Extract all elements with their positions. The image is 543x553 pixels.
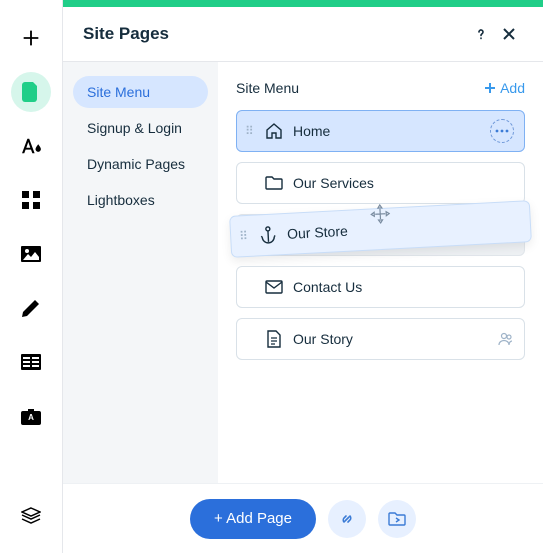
page-item-our-story[interactable]: ⠿ Our Story [236, 318, 525, 360]
side-nav: Site Menu Signup & Login Dynamic Pages L… [63, 62, 218, 483]
panel-body: Site Menu Signup & Login Dynamic Pages L… [63, 62, 543, 483]
layers-button[interactable] [11, 497, 51, 537]
pages-button[interactable] [11, 72, 51, 112]
left-rail: A [0, 0, 63, 553]
anchor-icon [259, 225, 278, 244]
document-icon [265, 330, 283, 348]
drag-handle[interactable]: ⠿ [239, 233, 249, 239]
add-link[interactable]: Add [484, 80, 525, 96]
section-title: Site Menu [236, 80, 484, 96]
table-icon [21, 354, 41, 370]
page-label: Contact Us [293, 279, 514, 295]
plus-small-icon [484, 82, 496, 94]
add-page-button[interactable]: + Add Page [190, 499, 316, 539]
plus-icon [20, 27, 42, 49]
drag-handle[interactable]: ⠿ [245, 129, 255, 134]
font-drop-icon [20, 137, 42, 155]
site-pages-panel: Site Pages Site Menu Signup & Login Dyna… [63, 7, 543, 553]
grid-icon [22, 191, 40, 209]
dots-icon [495, 129, 509, 133]
media-button[interactable] [11, 234, 51, 274]
side-nav-dynamic-pages[interactable]: Dynamic Pages [73, 148, 208, 180]
side-nav-lightboxes[interactable]: Lightboxes [73, 184, 208, 216]
help-icon [473, 26, 489, 42]
panel-footer: + Add Page [63, 483, 543, 553]
envelope-icon [265, 278, 283, 296]
link-page-button[interactable] [328, 500, 366, 538]
page-icon [22, 82, 40, 102]
panel-title: Site Pages [83, 24, 467, 44]
help-button[interactable] [467, 20, 495, 48]
page-label: Home [293, 123, 480, 139]
layers-icon [21, 507, 41, 527]
page-item-our-services[interactable]: ⠿ Our Services [236, 162, 525, 204]
content-button[interactable] [11, 342, 51, 382]
briefcase-icon: A [21, 407, 41, 425]
editor-button[interactable] [11, 288, 51, 328]
svg-text:A: A [28, 413, 34, 422]
folder-arrow-icon [388, 511, 406, 527]
close-icon [502, 27, 516, 41]
side-nav-signup-login[interactable]: Signup & Login [73, 112, 208, 144]
page-item-home[interactable]: ⠿ Home [236, 110, 525, 152]
add-link-label: Add [500, 80, 525, 96]
top-accent-bar [63, 0, 543, 7]
pen-icon [21, 298, 41, 318]
main-area: Site Menu Add ⠿ Home [218, 62, 543, 483]
page-item-contact-us[interactable]: ⠿ Contact Us [236, 266, 525, 308]
folder-page-button[interactable] [378, 500, 416, 538]
members-icon [498, 332, 514, 346]
folder-icon [265, 174, 283, 192]
page-more-button[interactable] [490, 119, 514, 143]
add-page-label: + Add Page [214, 510, 292, 527]
business-button[interactable]: A [11, 396, 51, 436]
close-button[interactable] [495, 20, 523, 48]
page-label: Our Services [293, 175, 514, 191]
page-label: Our Story [293, 331, 488, 347]
theme-button[interactable] [11, 126, 51, 166]
add-button[interactable] [11, 18, 51, 58]
panel-header: Site Pages [63, 7, 543, 62]
apps-button[interactable] [11, 180, 51, 220]
side-nav-site-menu[interactable]: Site Menu [73, 76, 208, 108]
home-icon [265, 122, 283, 140]
section-header: Site Menu Add [236, 80, 525, 96]
link-icon [338, 510, 356, 528]
image-icon [21, 246, 41, 262]
move-cursor-icon [369, 204, 390, 225]
page-item-our-store-dragging[interactable]: ⠿ Our Store [236, 214, 525, 256]
page-list: ⠿ Home ⠿ Our Services [236, 110, 525, 360]
page-label: Our Store [287, 214, 521, 242]
